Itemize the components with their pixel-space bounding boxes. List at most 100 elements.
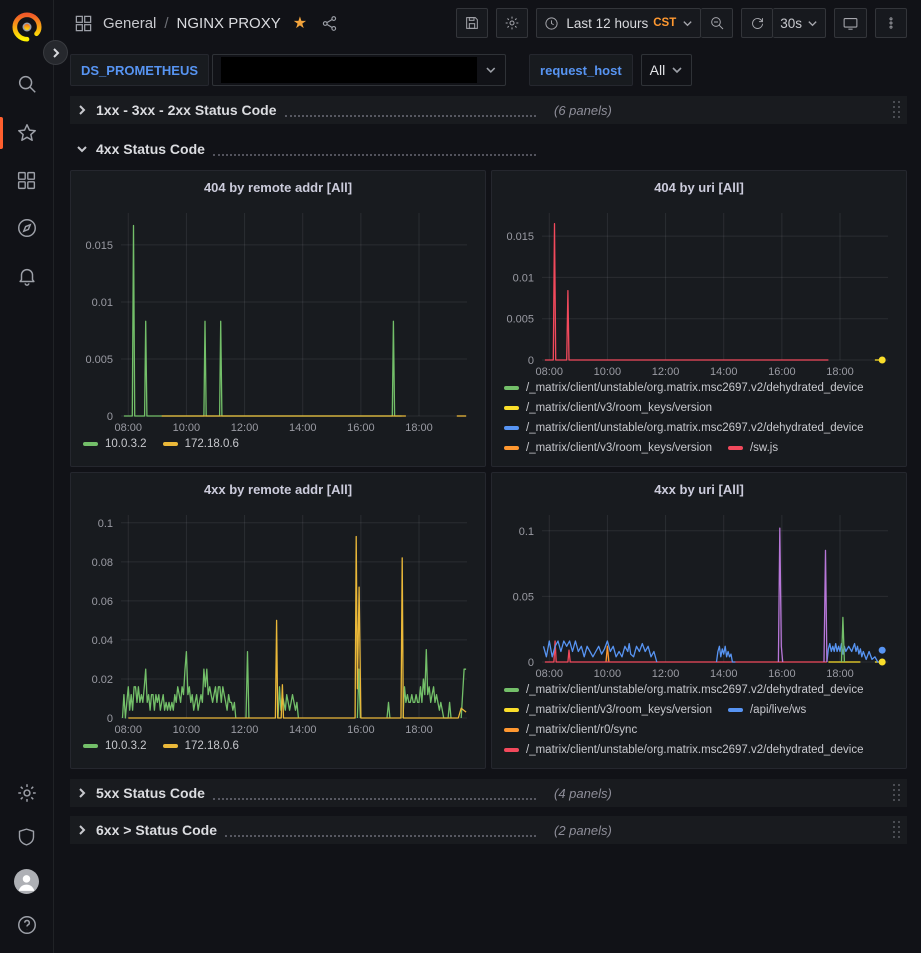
legend-label: /_matrix/client/unstable/org.matrix.msc2… — [526, 744, 864, 756]
chart-404-by-remote-addr[interactable]: 08:0010:0012:0014:0016:0018:0000.0050.01… — [75, 203, 481, 436]
panel-title[interactable]: 404 by uri [All] — [492, 171, 906, 203]
svg-text:18:00: 18:00 — [405, 422, 433, 434]
var-label-text: request_host — [540, 63, 622, 78]
svg-text:0: 0 — [528, 355, 534, 367]
legend-item[interactable]: /_matrix/client/unstable/org.matrix.msc2… — [504, 382, 864, 394]
tv-mode-button[interactable] — [834, 8, 867, 38]
svg-text:0: 0 — [107, 411, 113, 423]
chart-svg: 08:0010:0012:0014:0016:0018:0000.0050.01… — [496, 203, 902, 380]
zoom-out-icon — [709, 15, 725, 31]
dashboard-settings-button[interactable] — [496, 8, 528, 38]
legend-item[interactable]: /_matrix/client/v3/room_keys/version — [504, 402, 712, 414]
legend-label: /_matrix/client/r0/sync — [526, 724, 637, 736]
dashboards-icon — [16, 170, 37, 191]
legend-item[interactable]: /_matrix/client/v3/room_keys/version — [504, 442, 712, 454]
legend-label: /_matrix/client/v3/room_keys/version — [526, 402, 712, 414]
row-drag-handle[interactable] — [893, 101, 901, 119]
chevron-down-icon — [807, 18, 818, 29]
favorite-star-icon[interactable]: ★ — [293, 13, 307, 33]
svg-text:14:00: 14:00 — [289, 422, 317, 434]
legend-item[interactable]: /api/live/ws — [728, 704, 806, 716]
refresh-button[interactable] — [741, 8, 773, 38]
row-panel-count: (6 panels) — [554, 103, 612, 118]
var-ds-prometheus-select[interactable] — [212, 54, 506, 86]
row-header-6xx[interactable]: 6xx > Status Code (2 panels) — [70, 816, 907, 844]
chart-4xx-by-remote-addr[interactable]: 08:0010:0012:0014:0016:0018:0000.020.040… — [75, 505, 481, 738]
svg-text:12:00: 12:00 — [652, 668, 680, 680]
chart-legend: 10.0.3.2 172.18.0.6 — [71, 738, 485, 768]
legend-item[interactable]: /_matrix/client/unstable/org.matrix.msc2… — [504, 744, 864, 756]
row-title: 1xx - 3xx - 2xx Status Code — [96, 102, 277, 118]
legend-item[interactable]: /_matrix/client/unstable/org.matrix.msc2… — [504, 422, 864, 434]
legend-item[interactable]: 172.18.0.6 — [163, 438, 239, 450]
sidebar-item-alerting[interactable] — [0, 254, 54, 298]
refresh-interval-dropdown[interactable]: 30s — [773, 8, 826, 38]
panel-4xx-by-uri: 4xx by uri [All] 08:0010:0012:0014:0016:… — [491, 472, 907, 769]
chart-404-by-uri[interactable]: 08:0010:0012:0014:0016:0018:0000.0050.01… — [496, 203, 902, 380]
sidebar-item-search[interactable] — [0, 62, 54, 106]
row-header-1xx-3xx-2xx[interactable]: 1xx - 3xx - 2xx Status Code (6 panels) — [70, 96, 907, 124]
legend-item[interactable]: /_matrix/client/v3/room_keys/version — [504, 704, 712, 716]
legend-swatch — [163, 442, 178, 446]
legend-item[interactable]: 172.18.0.6 — [163, 740, 239, 752]
legend-item[interactable]: /sw.js — [728, 442, 778, 454]
panel-title[interactable]: 404 by remote addr [All] — [71, 171, 485, 203]
legend-item[interactable]: 10.0.3.2 — [83, 740, 147, 752]
timezone-label: CST — [653, 17, 676, 29]
legend-label: /_matrix/client/unstable/org.matrix.msc2… — [526, 684, 864, 696]
chart-svg: 08:0010:0012:0014:0016:0018:0000.050.1 — [496, 505, 902, 682]
sidebar-expand-button[interactable] — [43, 40, 68, 65]
sidebar-item-server-admin[interactable] — [0, 815, 54, 859]
row-header-4xx[interactable]: 4xx Status Code — [70, 135, 907, 163]
breadcrumb-dashboard-title[interactable]: NGINX PROXY — [177, 15, 281, 32]
sidebar-item-configuration[interactable] — [0, 771, 54, 815]
breadcrumb-folder[interactable]: General — [103, 15, 156, 32]
person-icon — [14, 869, 39, 894]
row-drag-handle[interactable] — [893, 784, 901, 802]
legend-item[interactable]: 10.0.3.2 — [83, 438, 147, 450]
svg-text:0.05: 0.05 — [513, 591, 534, 603]
save-dashboard-button[interactable] — [456, 8, 488, 38]
var-label-text: DS_PROMETHEUS — [81, 63, 198, 78]
svg-text:16:00: 16:00 — [347, 724, 375, 736]
panel-4xx-by-remote-addr: 4xx by remote addr [All] 08:0010:0012:00… — [70, 472, 486, 769]
time-range-picker[interactable]: Last 12 hours CST — [536, 8, 701, 38]
breadcrumb-separator: / — [164, 15, 168, 32]
dashboard-header: General / NGINX PROXY ★ — [54, 0, 921, 46]
variables-bar: DS_PROMETHEUS request_host All — [54, 46, 921, 86]
legend-swatch — [504, 748, 519, 752]
svg-text:16:00: 16:00 — [768, 366, 796, 378]
zoom-out-time-button[interactable] — [701, 8, 733, 38]
sidebar-item-dashboards[interactable] — [0, 158, 54, 202]
var-label-request-host[interactable]: request_host — [529, 54, 633, 86]
chevron-down-icon — [485, 64, 497, 76]
var-value-text: All — [650, 62, 666, 78]
var-label-ds-prometheus[interactable]: DS_PROMETHEUS — [70, 54, 209, 86]
row-drag-handle[interactable] — [893, 821, 901, 839]
legend-label: 10.0.3.2 — [105, 438, 147, 450]
sidebar-item-help[interactable] — [0, 903, 54, 947]
save-icon — [464, 15, 480, 31]
chart-legend: /_matrix/client/unstable/org.matrix.msc2… — [492, 682, 906, 768]
legend-item[interactable]: /_matrix/client/r0/sync — [504, 724, 637, 736]
legend-swatch — [504, 708, 519, 712]
chevron-right-icon — [50, 47, 62, 59]
sidebar-item-profile[interactable] — [0, 859, 54, 903]
svg-text:18:00: 18:00 — [826, 668, 854, 680]
panel-title[interactable]: 4xx by remote addr [All] — [71, 473, 485, 505]
legend-item[interactable]: /_matrix/client/unstable/org.matrix.msc2… — [504, 684, 864, 696]
shield-icon — [16, 826, 37, 848]
sidebar-item-explore[interactable] — [0, 206, 54, 250]
apps-grid-icon — [74, 14, 93, 33]
share-icon[interactable] — [321, 15, 338, 32]
svg-text:0.01: 0.01 — [513, 272, 534, 284]
more-options-button[interactable] — [875, 8, 907, 38]
row-header-5xx[interactable]: 5xx Status Code (4 panels) — [70, 779, 907, 807]
row-title: 4xx Status Code — [96, 141, 205, 157]
chart-4xx-by-uri[interactable]: 08:0010:0012:0014:0016:0018:0000.050.1 — [496, 505, 902, 682]
monitor-icon — [842, 15, 859, 32]
grafana-logo[interactable] — [0, 8, 54, 46]
var-request-host-select[interactable]: All — [641, 54, 693, 86]
sidebar-item-starred[interactable] — [0, 111, 54, 155]
panel-title[interactable]: 4xx by uri [All] — [492, 473, 906, 505]
